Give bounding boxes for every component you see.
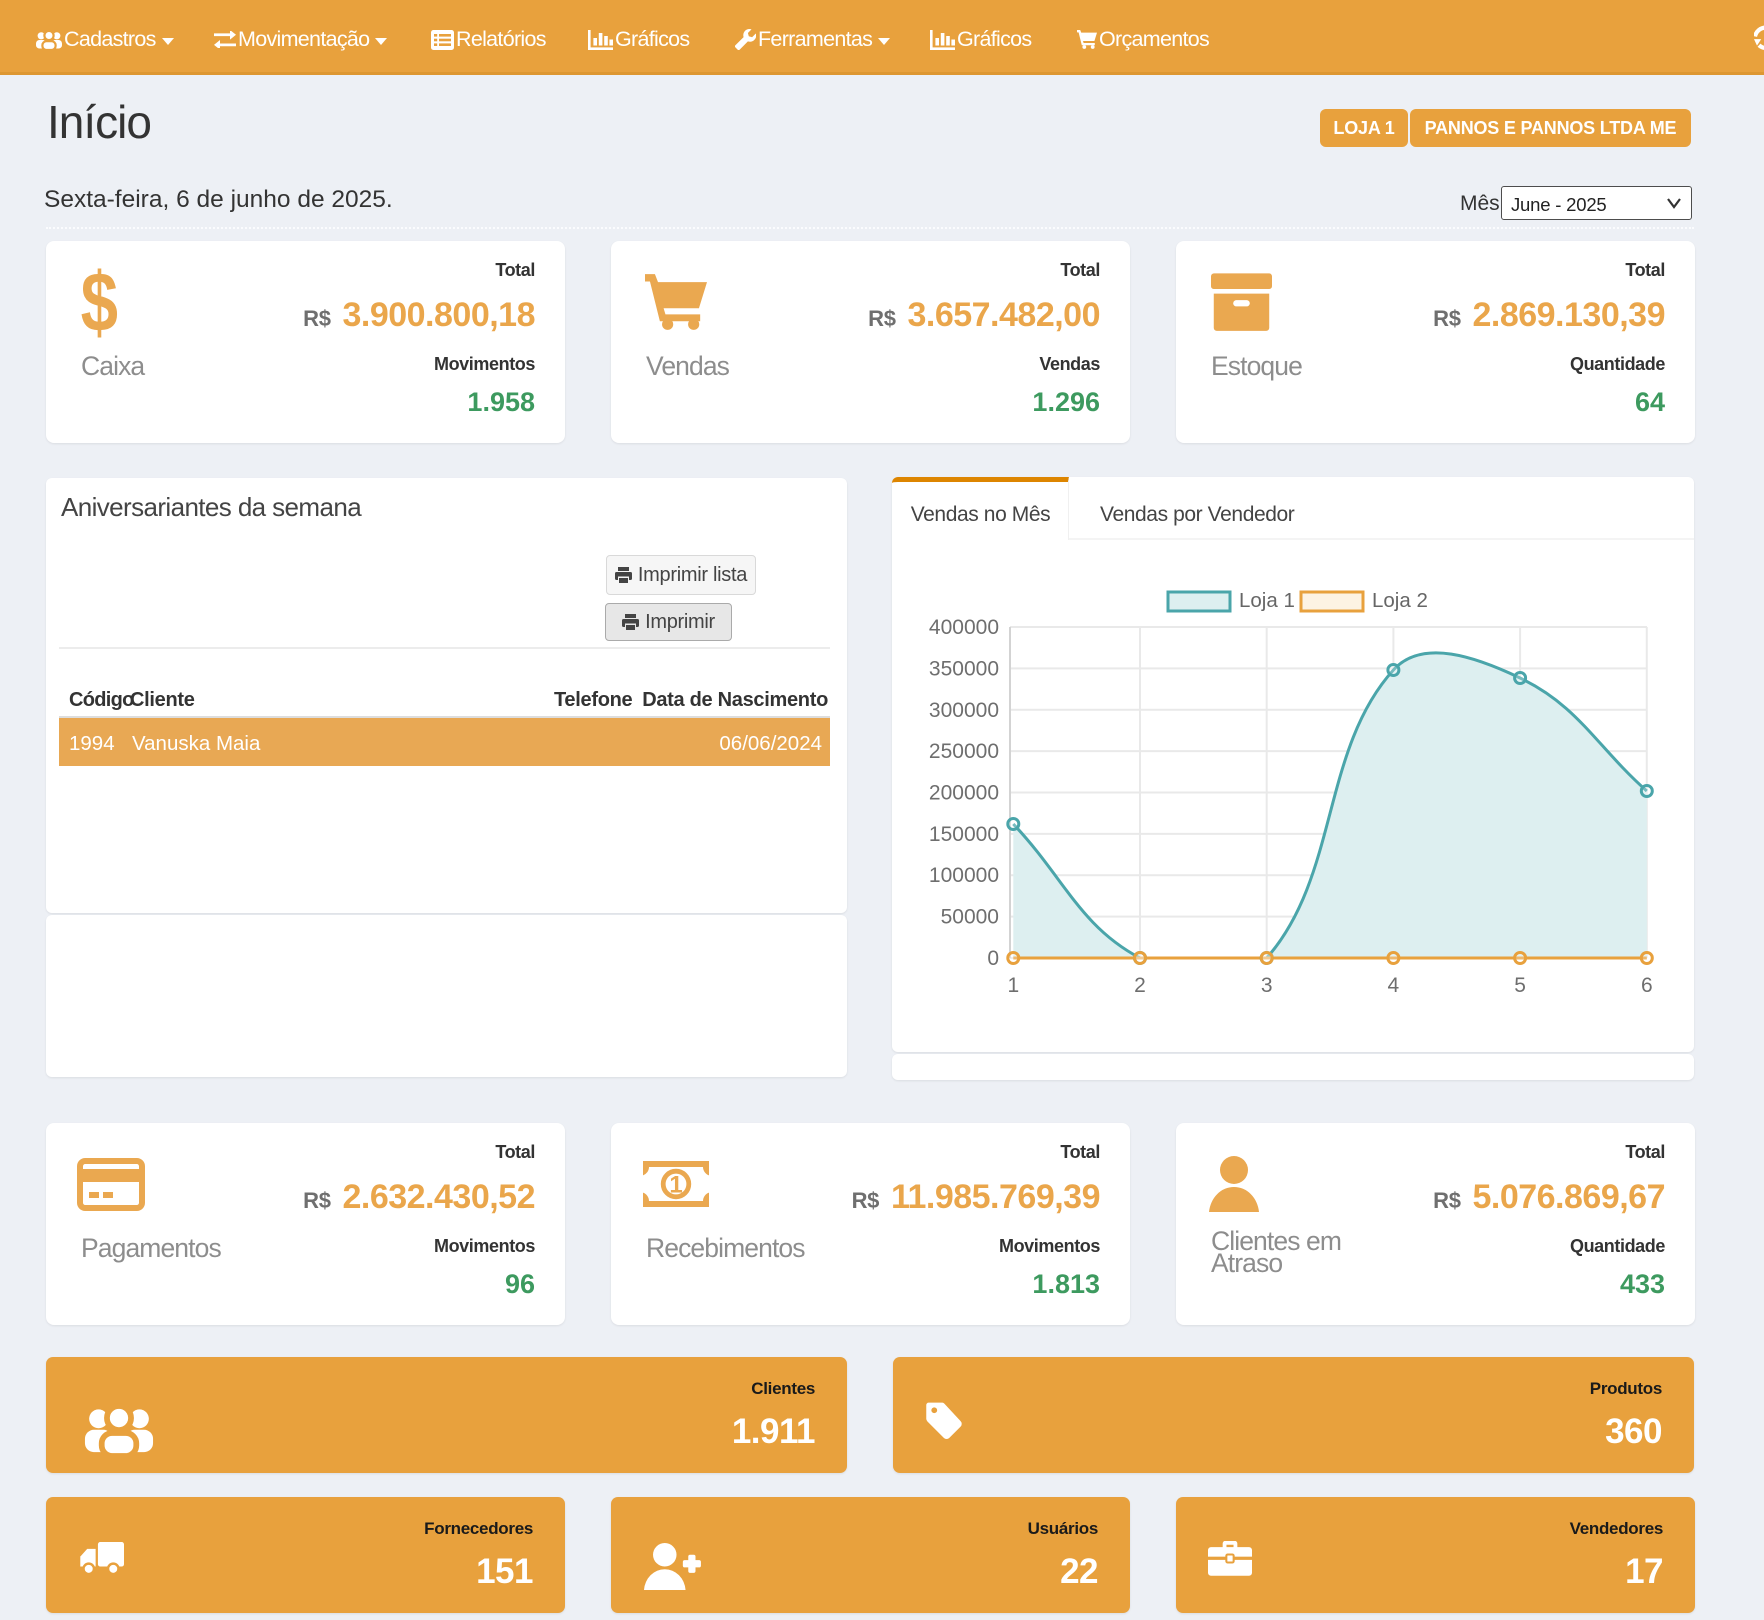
svg-text:Loja 2: Loja 2 bbox=[1372, 589, 1428, 612]
svg-text:250000: 250000 bbox=[929, 740, 999, 763]
svg-text:150000: 150000 bbox=[929, 823, 999, 846]
svg-text:400000: 400000 bbox=[929, 616, 999, 639]
svg-text:1: 1 bbox=[1007, 974, 1019, 997]
svg-text:200000: 200000 bbox=[929, 782, 999, 805]
svg-text:0: 0 bbox=[987, 947, 999, 970]
svg-text:1: 1 bbox=[669, 1172, 682, 1199]
svg-text:50000: 50000 bbox=[941, 906, 999, 929]
svg-text:5: 5 bbox=[1514, 974, 1526, 997]
svg-text:100000: 100000 bbox=[929, 864, 999, 887]
svg-text:3: 3 bbox=[1261, 974, 1273, 997]
svg-text:6: 6 bbox=[1641, 974, 1653, 997]
svg-text:Loja 1: Loja 1 bbox=[1239, 589, 1295, 612]
svg-text:350000: 350000 bbox=[929, 657, 999, 680]
svg-text:300000: 300000 bbox=[929, 699, 999, 722]
svg-text:2: 2 bbox=[1134, 974, 1146, 997]
svg-text:4: 4 bbox=[1388, 974, 1400, 997]
